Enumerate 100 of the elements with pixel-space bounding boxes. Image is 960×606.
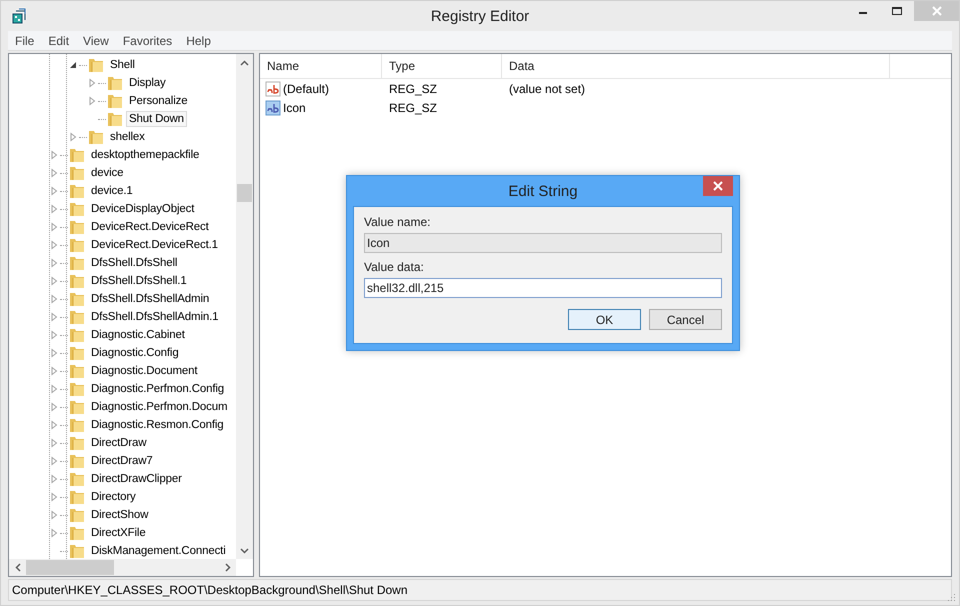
tree-item[interactable]: Display bbox=[126, 75, 169, 91]
scrollbar-thumb[interactable] bbox=[237, 184, 252, 202]
tree-item[interactable]: Diagnostic.Config bbox=[88, 345, 182, 361]
tree-item[interactable]: DirectShow bbox=[88, 507, 152, 523]
folder-icon bbox=[69, 435, 85, 451]
folder-icon bbox=[69, 507, 85, 523]
tree-item[interactable]: Diagnostic.Cabinet bbox=[88, 327, 188, 343]
tree-item[interactable]: DfsShell.DfsShell bbox=[88, 255, 180, 271]
registry-icon bbox=[11, 8, 27, 24]
menu-item[interactable]: File bbox=[8, 34, 42, 48]
close-button[interactable] bbox=[703, 176, 733, 196]
status-bar: Computer\HKEY_CLASSES_ROOT\DesktopBackground\Shell\Shut Down bbox=[8, 579, 952, 601]
folder-icon bbox=[69, 417, 85, 433]
folder-icon bbox=[88, 57, 104, 73]
tree-item[interactable]: Shut Down bbox=[126, 111, 187, 127]
expand-icon[interactable] bbox=[49, 438, 59, 448]
dialog-title: Edit String bbox=[508, 182, 578, 200]
expand-icon[interactable] bbox=[49, 474, 59, 484]
tree-item[interactable]: desktopthemepackfile bbox=[88, 147, 202, 163]
folder-icon bbox=[69, 309, 85, 325]
expand-icon[interactable] bbox=[49, 312, 59, 322]
tree-item[interactable]: Diagnostic.Resmon.Config bbox=[88, 417, 227, 433]
value-name-field[interactable]: Icon bbox=[364, 233, 722, 253]
column-header[interactable]: Type bbox=[382, 54, 502, 78]
menu-item[interactable]: Edit bbox=[41, 34, 76, 48]
folder-icon bbox=[69, 219, 85, 235]
folder-icon bbox=[69, 273, 85, 289]
folder-icon bbox=[107, 93, 123, 109]
cancel-button[interactable]: Cancel bbox=[649, 309, 722, 330]
expand-icon[interactable] bbox=[87, 78, 97, 88]
close-icon bbox=[713, 181, 723, 191]
value-name[interactable]: Icon bbox=[283, 100, 306, 114]
expand-icon[interactable] bbox=[49, 366, 59, 376]
expand-icon[interactable] bbox=[49, 384, 59, 394]
tree-item[interactable]: DfsShell.DfsShell.1 bbox=[88, 273, 190, 289]
expand-icon[interactable] bbox=[49, 204, 59, 214]
folder-icon bbox=[69, 363, 85, 379]
expand-icon[interactable] bbox=[49, 510, 59, 520]
tree-item[interactable]: Personalize bbox=[126, 93, 190, 109]
column-header[interactable]: Name bbox=[260, 54, 382, 78]
folder-icon bbox=[69, 453, 85, 469]
tree-item[interactable]: DeviceRect.DeviceRect bbox=[88, 219, 212, 235]
expand-icon[interactable] bbox=[49, 276, 59, 286]
scrollbar-thumb[interactable] bbox=[26, 560, 114, 575]
value-name[interactable]: (Default) bbox=[283, 82, 330, 96]
tree-item[interactable]: DirectDrawClipper bbox=[88, 471, 185, 487]
expand-icon[interactable] bbox=[49, 294, 59, 304]
menu-item[interactable]: View bbox=[76, 34, 116, 48]
collapse-icon[interactable] bbox=[68, 60, 78, 70]
tree-item[interactable]: device.1 bbox=[88, 183, 136, 199]
tree-item[interactable]: DfsShell.DfsShellAdmin.1 bbox=[88, 309, 222, 325]
tree-item[interactable]: DfsShell.DfsShellAdmin bbox=[88, 291, 212, 307]
menu-item[interactable]: Help bbox=[179, 34, 218, 48]
tree-item[interactable]: Directory bbox=[88, 489, 139, 505]
folder-icon bbox=[69, 381, 85, 397]
expand-icon[interactable] bbox=[49, 222, 59, 232]
folder-icon bbox=[69, 471, 85, 487]
tree-item[interactable]: DirectDraw7 bbox=[88, 453, 156, 469]
column-header[interactable]: Data bbox=[502, 54, 890, 78]
tree-item[interactable]: Diagnostic.Perfmon.Docum bbox=[88, 399, 230, 415]
folder-icon bbox=[69, 147, 85, 163]
expand-icon[interactable] bbox=[49, 348, 59, 358]
tree-item[interactable]: DirectXFile bbox=[88, 525, 149, 541]
tree-item[interactable]: Diagnostic.Document bbox=[88, 363, 200, 379]
tree-item[interactable]: DiskManagement.Connecti bbox=[88, 543, 229, 559]
tree-item[interactable]: DirectDraw bbox=[88, 435, 150, 451]
expand-icon[interactable] bbox=[49, 402, 59, 412]
close-icon bbox=[932, 6, 942, 16]
field-label: Value data: bbox=[364, 260, 425, 274]
folder-icon bbox=[69, 489, 85, 505]
expand-icon[interactable] bbox=[68, 132, 78, 142]
folder-icon bbox=[69, 543, 85, 559]
expand-icon[interactable] bbox=[49, 150, 59, 160]
tree-item[interactable]: DeviceRect.DeviceRect.1 bbox=[88, 237, 221, 253]
folder-icon bbox=[69, 201, 85, 217]
folder-icon bbox=[69, 399, 85, 415]
expand-icon[interactable] bbox=[49, 330, 59, 340]
tree-item[interactable]: DeviceDisplayObject bbox=[88, 201, 198, 217]
expand-icon[interactable] bbox=[49, 420, 59, 430]
tree-item[interactable]: device bbox=[88, 165, 126, 181]
expand-icon[interactable] bbox=[49, 186, 59, 196]
ok-button[interactable]: OK bbox=[568, 309, 641, 330]
expand-icon[interactable] bbox=[87, 96, 97, 106]
value-data-field[interactable]: shell32.dll,215 bbox=[364, 278, 722, 298]
resize-grip-icon[interactable] bbox=[946, 592, 956, 602]
tree-item[interactable]: Diagnostic.Perfmon.Config bbox=[88, 381, 228, 397]
menu-item[interactable]: Favorites bbox=[116, 34, 180, 48]
expand-icon[interactable] bbox=[49, 168, 59, 178]
folder-icon bbox=[69, 345, 85, 361]
expand-icon[interactable] bbox=[49, 258, 59, 268]
folder-icon bbox=[107, 111, 123, 127]
expand-icon[interactable] bbox=[49, 528, 59, 538]
expand-icon[interactable] bbox=[49, 492, 59, 502]
value-data: (value not set) bbox=[509, 82, 586, 96]
tree-item[interactable]: Shell bbox=[107, 57, 138, 73]
maximize-icon bbox=[892, 6, 902, 16]
tree-item[interactable]: shellex bbox=[107, 129, 148, 145]
expand-icon[interactable] bbox=[49, 240, 59, 250]
expand-icon[interactable] bbox=[49, 456, 59, 466]
field-label: Value name: bbox=[364, 215, 432, 229]
